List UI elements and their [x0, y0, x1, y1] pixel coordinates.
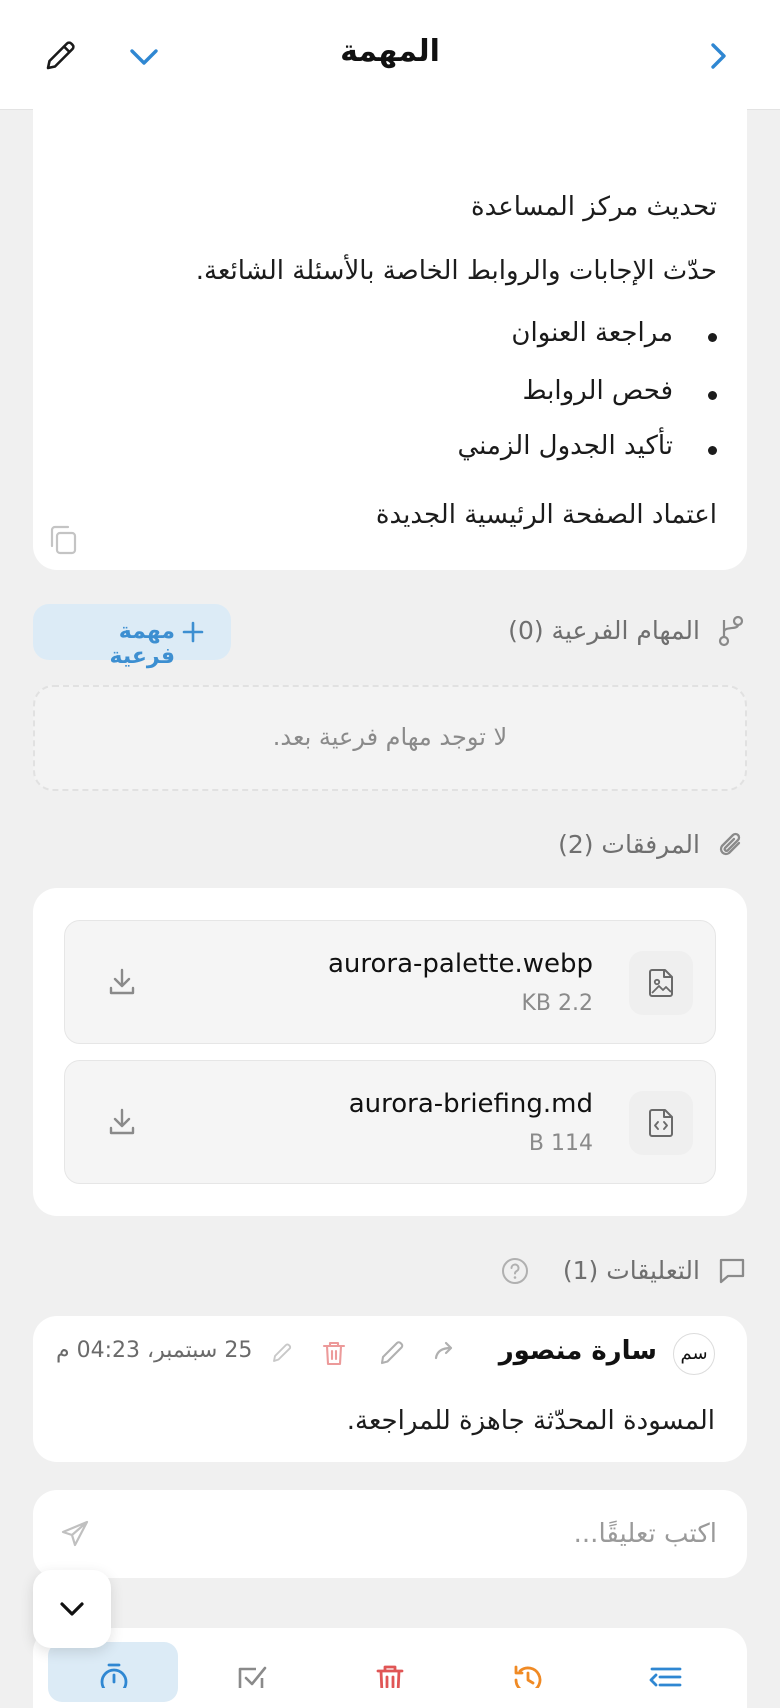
file-type-badge	[629, 1091, 693, 1155]
attachment-size: 114 B	[528, 1131, 593, 1156]
copy-icon	[50, 525, 77, 555]
history-button[interactable]	[508, 1660, 548, 1688]
attachment-name: aurora-briefing.md	[348, 1089, 593, 1119]
subtasks-label: المهام الفرعية (0)	[508, 616, 700, 645]
subtasks-empty-state: لا توجد مهام فرعية بعد.	[33, 685, 747, 791]
stopwatch-icon	[100, 1663, 128, 1688]
attachment-item[interactable]: aurora-palette.webp 2.2 KB	[64, 920, 716, 1044]
checkbox-icon	[238, 1666, 267, 1688]
trash-icon	[376, 1665, 404, 1688]
bullet-item: تأكيد الجدول الزمني	[457, 431, 673, 461]
status-dropdown-button[interactable]	[124, 38, 164, 74]
add-subtask-button[interactable]: مهمة فرعية	[33, 604, 231, 669]
bullet-dot	[708, 391, 717, 400]
move-list-icon	[649, 1667, 682, 1687]
scroll-down-button[interactable]	[33, 1570, 111, 1648]
edit-comment-button[interactable]	[375, 1336, 409, 1370]
edit-task-button[interactable]	[40, 36, 80, 76]
comment-input[interactable]	[139, 1490, 719, 1578]
timer-button[interactable]	[94, 1660, 134, 1688]
attachments-label: المرفقات (2)	[558, 830, 700, 859]
help-icon	[502, 1258, 528, 1284]
pencil-icon	[46, 41, 75, 70]
bullet-item: فحص الروابط	[522, 376, 673, 406]
description-body: حدّث الإجابات والروابط الخاصة بالأسئلة ا…	[195, 256, 717, 286]
attachment-name: aurora-palette.webp	[327, 949, 593, 979]
comment-timestamp: 25 سبتمبر، 04:23 م	[56, 1338, 253, 1363]
edited-indicator	[269, 1340, 295, 1366]
comment-composer	[33, 1490, 747, 1578]
delete-comment-button[interactable]	[317, 1336, 351, 1370]
code-file-icon	[649, 1109, 673, 1137]
bullet-dot	[708, 333, 717, 342]
download-icon	[109, 1108, 135, 1135]
paperclip-icon	[716, 828, 746, 862]
comments-help-button[interactable]	[500, 1256, 530, 1286]
send-icon	[61, 1520, 89, 1547]
copy-button[interactable]	[46, 522, 82, 558]
comment-item: سم سارة منصور 25 سبتمبر، 04:23 م المسودة…	[33, 1316, 747, 1462]
description-footer: اعتماد الصفحة الرئيسية الجديدة	[375, 500, 717, 530]
page-title: المهمة	[340, 34, 440, 69]
empty-state-text: لا توجد مهام فرعية بعد.	[272, 723, 508, 751]
chevron-down-icon	[60, 1602, 84, 1616]
plus-icon	[182, 621, 204, 643]
top-bar: المهمة	[0, 0, 780, 110]
file-type-badge	[629, 951, 693, 1015]
comment-author: سارة منصور	[498, 1336, 657, 1366]
forward-arrow-icon	[434, 1341, 453, 1360]
avatar: سم	[673, 1333, 715, 1375]
pencil-icon	[273, 1343, 292, 1362]
comment-icon	[716, 1254, 748, 1286]
pencil-icon	[380, 1341, 404, 1365]
bullet-item: مراجعة العنوان	[511, 318, 673, 348]
send-button[interactable]	[57, 1516, 93, 1552]
description-heading: تحديث مركز المساعدة	[470, 192, 717, 222]
comments-label: التعليقات (1)	[562, 1256, 700, 1285]
image-file-icon	[649, 969, 673, 997]
history-icon	[514, 1665, 542, 1688]
chevron-down-icon	[130, 49, 158, 65]
bullet-list: مراجعة العنوان فحص الروابط تأكيد الجدول …	[217, 318, 717, 468]
bullet-dot	[708, 446, 717, 455]
download-button[interactable]	[105, 965, 139, 999]
attachment-size: 2.2 KB	[521, 991, 593, 1016]
trash-icon	[322, 1341, 346, 1366]
add-subtask-label: مهمة فرعية	[109, 619, 175, 669]
delete-task-button[interactable]	[370, 1660, 410, 1688]
download-icon	[109, 968, 135, 995]
subtasks-icon	[716, 614, 746, 648]
download-button[interactable]	[105, 1105, 139, 1139]
complete-button[interactable]	[232, 1660, 272, 1688]
comment-text: المسودة المحدّثة جاهزة للمراجعة.	[346, 1406, 715, 1436]
reply-button[interactable]	[429, 1336, 463, 1370]
attachment-item[interactable]: aurora-briefing.md 114 B	[64, 1060, 716, 1184]
move-button[interactable]	[646, 1660, 686, 1688]
